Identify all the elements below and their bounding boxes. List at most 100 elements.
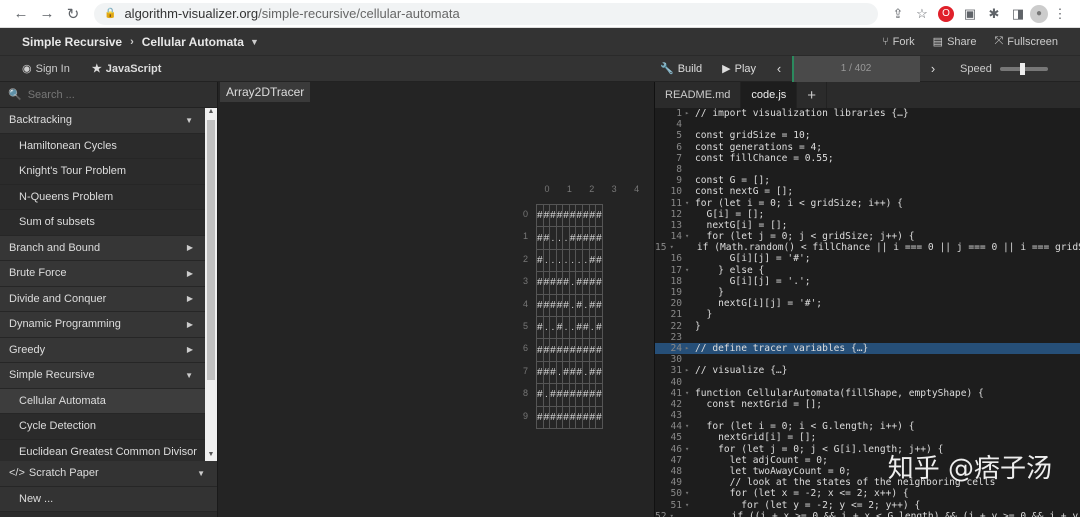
sidebar-item[interactable]: Cellular Automata — [0, 388, 205, 414]
chevron-down-icon[interactable]: ▼ — [250, 37, 259, 47]
grid-column-header: 2 — [589, 184, 595, 194]
profile-avatar-icon[interactable]: ● — [1030, 4, 1048, 23]
fold-icon[interactable]: ▾ — [685, 421, 695, 432]
fold-icon[interactable] — [685, 332, 695, 343]
code-line: 50 ▾ for (let x = -2; x <= 2; x++) { — [655, 488, 1080, 499]
code-text: G[i] = []; — [695, 208, 765, 220]
fold-icon[interactable] — [685, 276, 695, 287]
scroll-down-icon[interactable]: ▼ — [205, 451, 217, 461]
prev-step-button[interactable]: ‹ — [766, 61, 792, 76]
sidebar-item[interactable]: Hamiltonean Cycles — [0, 133, 205, 159]
fold-icon[interactable] — [685, 119, 695, 130]
scroll-up-icon[interactable]: ▲ — [205, 108, 217, 118]
sidebar-item[interactable]: Backtracking ▼ — [0, 108, 205, 134]
play-button[interactable]: ▶ Play — [712, 62, 766, 76]
sidebar-item-scratch-paper[interactable]: </> Scratch Paper ▼ — [0, 461, 217, 487]
fold-icon[interactable] — [685, 175, 695, 186]
fold-icon[interactable]: ▸ — [685, 108, 695, 119]
add-tab-icon[interactable]: + — [797, 82, 828, 108]
line-number: 22 — [670, 320, 682, 332]
reload-icon[interactable]: ↻ — [60, 5, 86, 23]
address-bar[interactable]: 🔒 algorithm-visualizer.org/simple-recurs… — [94, 2, 878, 25]
sidebar-item[interactable]: Cycle Detection — [0, 414, 205, 440]
fold-icon[interactable] — [685, 466, 695, 477]
fold-icon[interactable] — [685, 164, 695, 175]
fold-icon[interactable]: ▾ — [685, 231, 695, 242]
fold-icon[interactable] — [685, 130, 695, 141]
fold-icon[interactable]: ▾ — [685, 198, 695, 209]
page-title[interactable]: Cellular Automata — [142, 35, 244, 49]
fold-icon[interactable]: ▾ — [685, 265, 695, 276]
fold-icon[interactable] — [685, 186, 695, 197]
fold-icon[interactable]: ▾ — [685, 444, 695, 455]
code-text: function CellularAutomata(fillShape, emp… — [695, 387, 984, 399]
fold-icon[interactable] — [685, 354, 695, 365]
fold-icon[interactable] — [685, 287, 695, 298]
fold-icon[interactable]: ▾ — [685, 488, 695, 499]
fold-icon[interactable] — [685, 298, 695, 309]
fork-button[interactable]: ⑂ Fork — [882, 35, 915, 48]
fold-icon[interactable] — [685, 432, 695, 443]
fold-icon[interactable] — [685, 477, 695, 488]
fold-icon[interactable] — [685, 455, 695, 466]
fold-icon[interactable]: ▾ — [685, 388, 695, 399]
sidebar-scrollbar[interactable]: ▲ ▼ — [205, 108, 217, 461]
fullscreen-button[interactable]: ⤧ Fullscreen — [994, 35, 1058, 48]
sidebar-item-label: Backtracking — [9, 114, 72, 127]
fold-icon[interactable] — [685, 253, 695, 264]
code-line: 16 G[i][j] = '#'; — [655, 253, 1080, 264]
fold-icon[interactable]: ▸ — [685, 343, 695, 354]
fold-icon[interactable] — [685, 209, 695, 220]
build-button[interactable]: 🔧 Build — [650, 62, 712, 76]
sidebar-item[interactable]: N-Queens Problem — [0, 184, 205, 210]
extension-icon[interactable]: ▣ — [958, 6, 982, 22]
search-input[interactable]: 🔍 Search ... — [0, 82, 217, 108]
sidebar-item-new[interactable]: New ... — [0, 486, 217, 512]
sidebar-item[interactable]: Dynamic Programming ▶ — [0, 312, 205, 338]
speed-slider[interactable] — [999, 62, 1048, 75]
sign-in-button[interactable]: ◉ Sign In — [22, 62, 70, 76]
grid-cell: # — [595, 203, 603, 228]
breadcrumb-category[interactable]: Simple Recursive — [22, 35, 122, 49]
algorithm-list: Backtracking ▼ Hamiltonean Cycles Knight's … — [0, 108, 205, 461]
grid-row-header: 0 — [522, 209, 528, 219]
bookmark-star-icon[interactable]: ☆ — [910, 6, 934, 22]
fold-icon[interactable]: ▸ — [685, 365, 695, 376]
fold-icon[interactable] — [685, 309, 695, 320]
fold-icon[interactable] — [685, 220, 695, 231]
scrollbar-thumb[interactable] — [207, 120, 215, 380]
share-icon: ▤ — [932, 36, 944, 48]
progress-bar[interactable]: 1 / 402 — [792, 55, 921, 82]
share-button[interactable]: ▤ Share — [932, 35, 977, 49]
language-selector[interactable]: ★ JavaScript — [92, 62, 162, 76]
forward-icon[interactable]: → — [34, 5, 60, 22]
grid-row-header: 4 — [522, 298, 528, 309]
tab-code-js[interactable]: code.js — [741, 82, 798, 108]
sidebar-item[interactable]: Simple Recursive ▼ — [0, 363, 205, 389]
fold-icon[interactable] — [685, 377, 695, 388]
sidebar-item[interactable]: Sum of subsets — [0, 210, 205, 236]
sidebar-item[interactable]: Euclidean Greatest Common Divisor — [0, 439, 205, 461]
opera-extension-icon[interactable]: O — [938, 5, 954, 22]
sidebar-item[interactable]: Divide and Conquer ▶ — [0, 286, 205, 312]
fold-icon[interactable]: ▾ — [685, 500, 695, 511]
sidebar-item[interactable]: Greedy ▶ — [0, 337, 205, 363]
tracer-tab[interactable]: Array2DTracer — [220, 82, 311, 102]
tab-readme[interactable]: README.md — [655, 82, 742, 108]
browser-menu-icon[interactable]: ⋮ — [1048, 6, 1072, 22]
sidebar-item[interactable]: Brute Force ▶ — [0, 261, 205, 287]
share-page-icon[interactable]: ⇪ — [886, 6, 910, 22]
sidebar-item[interactable]: Branch and Bound ▶ — [0, 235, 205, 261]
fold-icon[interactable] — [685, 399, 695, 410]
speed-slider-knob[interactable] — [1019, 62, 1025, 75]
puzzle-extensions-icon[interactable]: ✱ — [982, 6, 1006, 22]
next-step-button[interactable]: › — [920, 61, 946, 76]
fold-icon[interactable] — [685, 410, 695, 421]
fold-icon[interactable] — [685, 142, 695, 153]
sidebar-item[interactable]: Knight's Tour Problem — [0, 159, 205, 185]
line-number: 20 — [670, 298, 682, 310]
fold-icon[interactable] — [685, 153, 695, 164]
back-icon[interactable]: ← — [8, 5, 34, 22]
fold-icon[interactable] — [685, 321, 695, 332]
side-panel-icon[interactable]: ◨ — [1006, 6, 1030, 22]
